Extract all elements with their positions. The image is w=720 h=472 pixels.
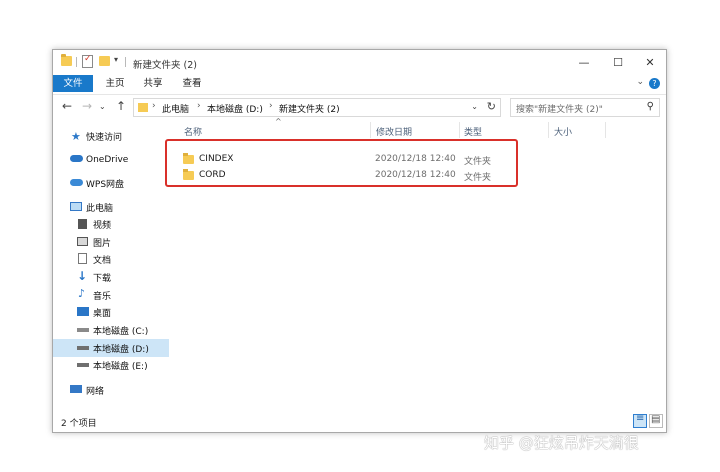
help-icon[interactable]: ? <box>649 78 660 89</box>
sidebar-item-label: 本地磁盘 (D:) <box>93 344 149 355</box>
computer-icon <box>70 202 82 211</box>
refresh-icon[interactable]: ↻ <box>487 100 496 113</box>
sidebar-item-label: WPS网盘 <box>86 180 125 190</box>
search-icon[interactable]: ⚲ <box>647 101 654 112</box>
tab-share[interactable]: 共享 <box>135 75 171 92</box>
chevron-down-icon[interactable]: ▾ <box>114 55 118 64</box>
column-header-type[interactable]: 类型 <box>464 125 482 138</box>
column-header-size[interactable]: 大小 <box>554 125 572 138</box>
sidebar-item-quick-access[interactable]: ★ 快速访问 <box>53 128 169 145</box>
back-icon[interactable]: ← <box>62 99 72 113</box>
chevron-down-icon[interactable]: ⌄ <box>471 102 478 111</box>
folder-icon <box>61 54 72 66</box>
cloud-icon <box>70 179 83 186</box>
cloud-icon <box>70 155 83 162</box>
status-bar: 2 个项目 <box>53 410 666 432</box>
explorer-window: ▾ 新建文件夹 (2) — ☐ ✕ 文件 主页 共享 查看 ⌄ ? ← → ⌄ … <box>52 49 667 433</box>
sidebar-item-documents[interactable]: 文档 <box>53 251 169 268</box>
sidebar-item-network[interactable]: 网络 <box>53 382 169 399</box>
sidebar-item-label: 桌面 <box>93 309 112 319</box>
maximize-button[interactable]: ☐ <box>600 50 636 75</box>
close-button[interactable]: ✕ <box>632 50 668 75</box>
drive-icon <box>77 346 89 350</box>
column-header-name[interactable]: 名称 <box>184 125 202 138</box>
tab-file[interactable]: 文件 <box>53 75 93 92</box>
highlight-box <box>165 139 518 187</box>
column-header-modified[interactable]: 修改日期 <box>376 125 412 138</box>
properties-icon[interactable] <box>82 54 93 68</box>
sidebar-item-label: 文档 <box>93 256 112 266</box>
sidebar-item-drive-e[interactable]: 本地磁盘 (E:) <box>53 357 169 374</box>
drive-icon <box>77 328 89 332</box>
tab-home[interactable]: 主页 <box>97 75 133 92</box>
large-icons-view-icon[interactable] <box>649 414 663 428</box>
window-title: 新建文件夹 (2) <box>133 60 197 71</box>
desktop-icon <box>77 307 89 316</box>
sidebar-item-onedrive[interactable]: OneDrive <box>53 151 169 168</box>
title-bar: ▾ 新建文件夹 (2) — ☐ ✕ <box>53 50 666 75</box>
divider[interactable] <box>459 122 460 138</box>
star-icon: ★ <box>71 130 81 143</box>
sidebar-item-label: OneDrive <box>86 154 129 165</box>
sidebar-item-this-pc[interactable]: 此电脑 <box>53 199 169 216</box>
chevron-right-icon[interactable]: › <box>152 101 156 111</box>
sidebar-item-label: 此电脑 <box>86 204 114 214</box>
details-view-icon[interactable] <box>633 413 647 428</box>
navigation-bar: ← → ⌄ ↑ › 此电脑 › 本地磁盘 (D:) › 新建文件夹 (2) ⌄ … <box>53 94 666 118</box>
search-input[interactable]: 搜索"新建文件夹 (2)" ⚲ <box>510 98 660 117</box>
sidebar-item-drive-c[interactable]: 本地磁盘 (C:) <box>53 322 169 339</box>
sidebar-item-label: 音乐 <box>93 292 112 302</box>
tab-view[interactable]: 查看 <box>174 75 210 92</box>
divider <box>76 57 77 67</box>
sidebar-item-label: 下载 <box>93 274 112 284</box>
item-count: 2 个项目 <box>61 419 97 429</box>
sidebar-item-label: 图片 <box>93 239 112 249</box>
download-icon: ↓ <box>77 269 88 283</box>
sidebar-item-videos[interactable]: 视频 <box>53 216 169 233</box>
drive-icon <box>77 363 89 367</box>
divider[interactable] <box>548 122 549 138</box>
sidebar-item-music[interactable]: ♪ 音乐 <box>53 287 169 304</box>
new-folder-icon[interactable] <box>99 56 110 66</box>
sidebar-item-label: 本地磁盘 (E:) <box>93 362 148 372</box>
sidebar-item-desktop[interactable]: 桌面 <box>53 304 169 321</box>
chevron-right-icon[interactable]: › <box>269 101 273 111</box>
navigation-pane: ★ 快速访问 OneDrive WPS网盘 此电脑 视频 图片 文档 ↓ 下载 … <box>53 120 169 408</box>
music-icon: ♪ <box>78 287 86 300</box>
chevron-right-icon[interactable]: › <box>197 101 201 111</box>
up-icon[interactable]: ↑ <box>116 99 126 113</box>
ribbon-tabs: 文件 主页 共享 查看 ⌄ ? <box>53 75 666 92</box>
folder-icon <box>138 103 148 112</box>
divider <box>125 57 126 67</box>
breadcrumb-drive-d[interactable]: 本地磁盘 (D:) <box>207 102 263 115</box>
search-placeholder: 搜索"新建文件夹 (2)" <box>516 105 603 115</box>
forward-icon[interactable]: → <box>82 99 92 113</box>
sidebar-item-label: 本地磁盘 (C:) <box>93 327 149 337</box>
sidebar-item-drive-d[interactable]: 本地磁盘 (D:) <box>53 339 169 357</box>
address-bar[interactable]: › 此电脑 › 本地磁盘 (D:) › 新建文件夹 (2) ⌄ ↻ <box>133 98 501 117</box>
sort-ascending-icon: ^ <box>275 117 282 126</box>
chevron-down-icon[interactable]: ⌄ <box>636 77 644 87</box>
sidebar-item-wps-drive[interactable]: WPS网盘 <box>53 175 169 192</box>
sidebar-item-label: 视频 <box>93 221 112 231</box>
watermark: 知乎 @狂炫吊炸天滴很 <box>484 434 639 452</box>
chevron-down-icon[interactable]: ⌄ <box>99 102 106 111</box>
sidebar-item-downloads[interactable]: ↓ 下载 <box>53 269 169 286</box>
network-icon <box>70 385 82 393</box>
document-icon <box>78 253 87 264</box>
breadcrumb-this-pc[interactable]: 此电脑 <box>162 102 189 115</box>
divider[interactable] <box>370 122 371 138</box>
sidebar-item-label: 网络 <box>86 387 105 397</box>
sidebar-item-label: 快速访问 <box>86 133 123 143</box>
video-icon <box>78 219 87 229</box>
breadcrumb-current-folder[interactable]: 新建文件夹 (2) <box>279 102 340 115</box>
divider[interactable] <box>605 122 606 138</box>
sidebar-item-pictures[interactable]: 图片 <box>53 234 169 251</box>
picture-icon <box>77 237 88 246</box>
minimize-button[interactable]: — <box>566 50 602 75</box>
